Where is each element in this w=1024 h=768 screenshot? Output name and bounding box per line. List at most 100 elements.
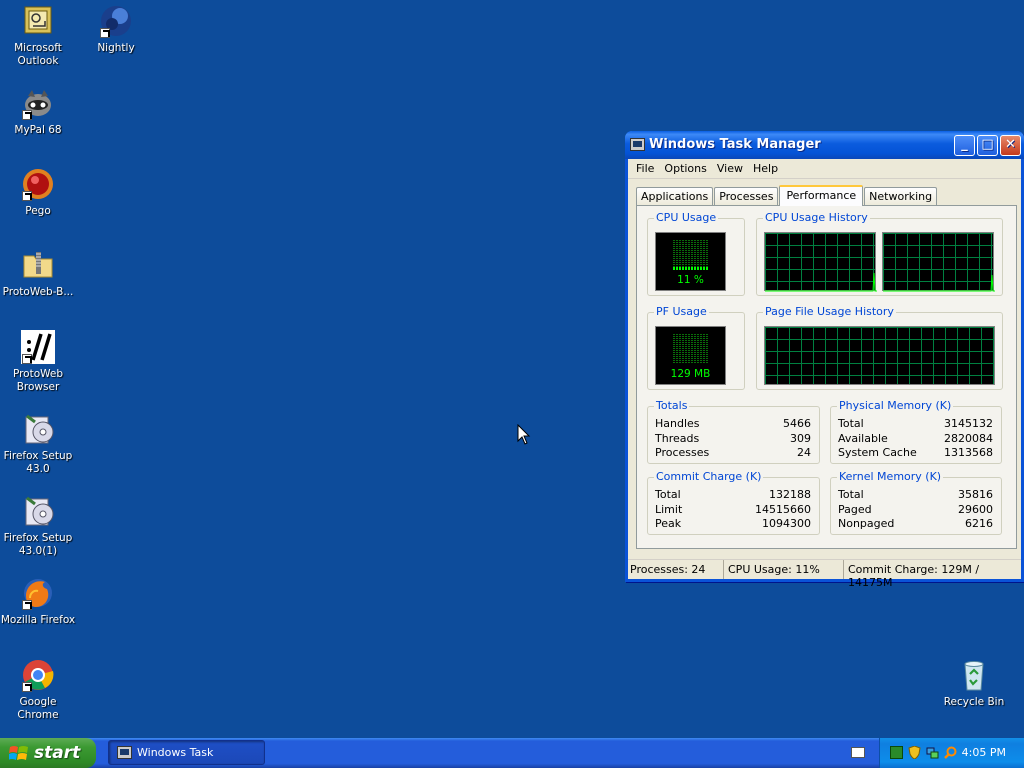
stat-value: 2820084 bbox=[944, 432, 993, 445]
task-manager-icon bbox=[630, 138, 645, 151]
menu-bar: File Options View Help bbox=[628, 159, 1021, 179]
keyboard-icon[interactable] bbox=[851, 747, 865, 758]
tab-networking[interactable]: Networking bbox=[864, 187, 938, 206]
desktop-icon-label: Microsoft Outlook bbox=[14, 42, 62, 67]
close-icon: ✕ bbox=[1005, 137, 1016, 152]
stat-value: 6216 bbox=[965, 517, 993, 530]
tab-applications[interactable]: Applications bbox=[636, 187, 714, 206]
security-shield-icon[interactable] bbox=[908, 746, 921, 759]
tab-strip: Applications Processes Performance Netwo… bbox=[636, 185, 938, 206]
stat-key: Paged bbox=[838, 503, 872, 516]
shortcut-arrow-icon bbox=[22, 191, 32, 201]
cpu-usage-value: 11 % bbox=[677, 274, 704, 286]
recycle-bin-icon bbox=[957, 658, 991, 692]
cpu-history-label: CPU Usage History bbox=[763, 211, 870, 224]
stat-value: 132188 bbox=[769, 488, 811, 501]
totals-label: Totals bbox=[654, 399, 690, 412]
title-bar[interactable]: Windows Task Manager _ □ ✕ bbox=[625, 131, 1024, 159]
taskbar-button-label: Windows Task Manager bbox=[137, 746, 214, 759]
system-tray: 4:05 PM bbox=[879, 738, 1024, 768]
stat-value: 1094300 bbox=[762, 517, 811, 530]
status-processes: Processes: 24 bbox=[628, 560, 724, 579]
pf-history-label: Page File Usage History bbox=[763, 305, 896, 318]
desktop-icon-protoweb-zip[interactable]: ProtoWeb-B... bbox=[0, 248, 78, 299]
stat-row-commit-peak: Peak 1094300 bbox=[655, 517, 811, 531]
stat-value: 3145132 bbox=[944, 417, 993, 430]
search-icon[interactable] bbox=[944, 746, 957, 759]
pf-usage-value: 129 MB bbox=[670, 368, 711, 380]
stat-key: Total bbox=[655, 488, 681, 501]
desktop-icon-pego[interactable]: Pego bbox=[0, 167, 78, 218]
pf-meter-bars bbox=[673, 333, 708, 364]
stat-key: Handles bbox=[655, 417, 700, 430]
stat-key: Processes bbox=[655, 446, 710, 459]
maximize-button[interactable]: □ bbox=[977, 135, 998, 156]
tab-processes[interactable]: Processes bbox=[714, 187, 779, 206]
menu-file[interactable]: File bbox=[631, 162, 659, 175]
cpu-history-line bbox=[765, 272, 877, 292]
status-commit: Commit Charge: 129M / 14175M bbox=[848, 563, 980, 589]
desktop-icon-firefox-setup[interactable]: Firefox Setup 43.0 bbox=[0, 412, 78, 476]
desktop-icon-label: Firefox Setup 43.0 bbox=[3, 450, 73, 475]
stat-value: 24 bbox=[797, 446, 811, 459]
desktop-icon-protoweb-browser[interactable]: ProtoWeb Browser bbox=[0, 330, 78, 394]
desktop-icon-firefox-setup-1[interactable]: Firefox Setup 43.0(1) bbox=[0, 494, 78, 558]
stat-value: 5466 bbox=[783, 417, 811, 430]
menu-options[interactable]: Options bbox=[659, 162, 711, 175]
start-label: start bbox=[34, 743, 81, 763]
performance-panel: CPU Usage 11 % CPU Usage History PF Usag… bbox=[636, 205, 1017, 549]
installer-icon bbox=[21, 412, 55, 446]
totals-group: Totals Handles 5466 Threads 309 Processes 2… bbox=[647, 399, 820, 464]
desktop-icon-label: ProtoWeb-B... bbox=[2, 286, 74, 298]
desktop-icon-label: MyPal 68 bbox=[14, 124, 62, 136]
clock[interactable]: 4:05 PM bbox=[962, 738, 1006, 768]
cpu-usage-meter: 11 % bbox=[655, 232, 726, 291]
outlook-icon bbox=[21, 4, 55, 38]
menu-view[interactable]: View bbox=[712, 162, 748, 175]
desktop-icon-mypal[interactable]: MyPal 68 bbox=[0, 86, 78, 137]
minimize-icon: _ bbox=[961, 137, 968, 152]
cpu-history-group: CPU Usage History bbox=[756, 211, 1003, 296]
desktop-icon-label: Mozilla Firefox bbox=[0, 614, 76, 626]
mouse-cursor-icon bbox=[517, 424, 531, 445]
stat-key: Nonpaged bbox=[838, 517, 895, 530]
stat-key: Total bbox=[838, 488, 864, 501]
stat-row-handles: Handles 5466 bbox=[655, 417, 811, 431]
task-manager-tray-icon[interactable] bbox=[890, 746, 903, 759]
physical-memory-label: Physical Memory (K) bbox=[837, 399, 954, 412]
close-button[interactable]: ✕ bbox=[1000, 135, 1021, 156]
pf-usage-meter: 129 MB bbox=[655, 326, 726, 385]
stat-row-kernel-total: Total 35816 bbox=[838, 488, 993, 502]
maximize-icon: □ bbox=[981, 137, 994, 152]
network-icon[interactable] bbox=[926, 746, 939, 759]
taskbar-button-task-manager[interactable]: Windows Task Manager bbox=[108, 740, 265, 765]
commit-charge-label: Commit Charge (K) bbox=[654, 470, 764, 483]
desktop-icon-recycle-bin[interactable]: Recycle Bin bbox=[934, 658, 1014, 709]
desktop-icon-nightly[interactable]: Nightly bbox=[76, 4, 156, 55]
desktop-icon-label: Recycle Bin bbox=[943, 696, 1005, 708]
desktop-icon-outlook[interactable]: Microsoft Outlook bbox=[0, 4, 78, 68]
tab-performance[interactable]: Performance bbox=[779, 185, 864, 206]
kernel-memory-label: Kernel Memory (K) bbox=[837, 470, 944, 483]
windows-logo-icon bbox=[9, 746, 28, 760]
stat-row-kernel-paged: Paged 29600 bbox=[838, 503, 993, 517]
menu-help[interactable]: Help bbox=[748, 162, 783, 175]
stat-row-threads: Threads 309 bbox=[655, 432, 811, 446]
minimize-button[interactable]: _ bbox=[954, 135, 975, 156]
desktop-icon-label: Google Chrome bbox=[17, 696, 59, 721]
start-button[interactable]: start bbox=[0, 738, 96, 768]
cpu-usage-group: CPU Usage 11 % bbox=[647, 211, 745, 296]
desktop-icon-firefox[interactable]: Mozilla Firefox bbox=[0, 576, 78, 627]
stat-row-commit-limit: Limit 14515660 bbox=[655, 503, 811, 517]
stat-value: 35816 bbox=[958, 488, 993, 501]
pf-history-graph bbox=[764, 326, 995, 385]
window-title: Windows Task Manager bbox=[649, 137, 821, 152]
physical-memory-group: Physical Memory (K) Total 3145132 Availab… bbox=[830, 399, 1002, 464]
installer-icon bbox=[21, 494, 55, 528]
protoweb-icon bbox=[21, 330, 55, 364]
task-manager-window[interactable]: Windows Task Manager _ □ ✕ File Options … bbox=[625, 131, 1024, 589]
desktop-icon-chrome[interactable]: Google Chrome bbox=[0, 658, 78, 722]
cpu-history-line bbox=[883, 274, 995, 292]
pf-usage-label: PF Usage bbox=[654, 305, 709, 318]
cpu-meter-bars bbox=[673, 239, 708, 270]
